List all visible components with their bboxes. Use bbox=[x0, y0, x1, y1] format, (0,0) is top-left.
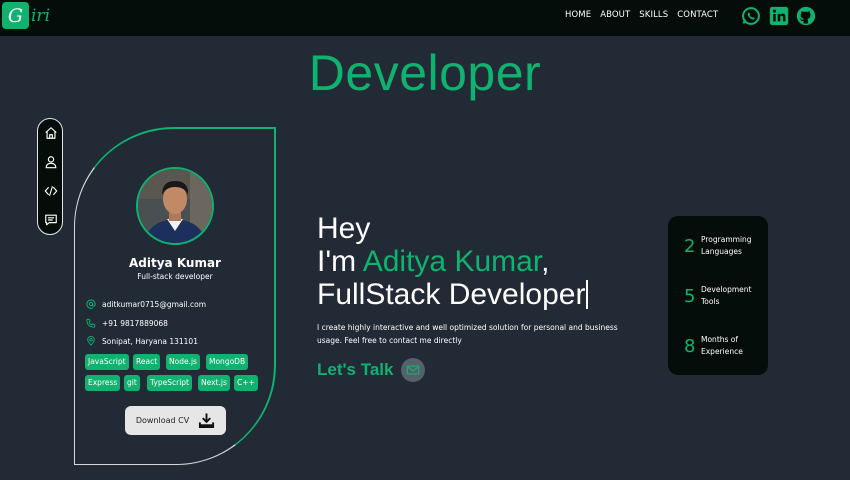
side-nav bbox=[37, 118, 63, 235]
linkedin-icon[interactable] bbox=[769, 6, 789, 26]
nav-link-about[interactable]: ABOUT bbox=[600, 10, 630, 20]
nav-link-home[interactable]: HOME bbox=[565, 10, 591, 20]
typing-cursor bbox=[586, 280, 589, 309]
stat-label: Months of Experience bbox=[701, 335, 743, 356]
stat-label: Development Tools bbox=[701, 285, 752, 306]
stat-number: 5 bbox=[684, 285, 696, 307]
intro-role: FullStack Developer bbox=[317, 278, 586, 311]
stat-number: 8 bbox=[684, 335, 696, 357]
whatsapp-icon[interactable] bbox=[741, 6, 761, 26]
skill-tag: Next.js bbox=[198, 375, 230, 391]
intro-line-hey: Hey bbox=[317, 212, 371, 245]
skill-tag: git bbox=[124, 375, 140, 391]
contact-phone[interactable]: +91 9817889068 bbox=[86, 317, 168, 329]
intro-line-name: I'm Aditya Kumar, bbox=[317, 245, 588, 278]
stat-label: Programming Languages bbox=[701, 235, 752, 256]
navbar: G iri HOME ABOUT SKILLS CONTACT bbox=[0, 0, 850, 36]
skill-tag: TypeScript bbox=[147, 375, 192, 391]
download-cv-label: Download CV bbox=[135, 416, 190, 425]
intro-name: Aditya Kumar bbox=[362, 245, 542, 278]
lets-talk-button[interactable]: Let's Talk bbox=[317, 358, 426, 382]
intro-line-role: FullStack Developer bbox=[317, 278, 589, 311]
phone-icon bbox=[86, 318, 96, 328]
contact-email[interactable]: aditkumar0715@gmail.com bbox=[86, 298, 206, 310]
nav-link-skills[interactable]: SKILLS bbox=[639, 10, 668, 20]
profile-name: Aditya Kumar bbox=[129, 256, 221, 270]
location-text: Sonipat, Haryana 131101 bbox=[102, 336, 198, 346]
github-icon[interactable] bbox=[796, 6, 816, 26]
intro-description: I create highly interactive and well opt… bbox=[317, 323, 618, 345]
skill-tag: C++ bbox=[234, 375, 258, 391]
site-logo[interactable]: G iri bbox=[2, 2, 50, 29]
home-icon[interactable] bbox=[44, 126, 58, 140]
stat-number: 2 bbox=[684, 235, 696, 257]
intro-prefix: I'm bbox=[317, 245, 363, 278]
nav-links: HOME ABOUT SKILLS CONTACT bbox=[565, 10, 718, 20]
skill-tag: JavaScript bbox=[85, 354, 129, 370]
stat-item: 2 Programming Languages bbox=[684, 234, 752, 258]
message-icon[interactable] bbox=[44, 213, 58, 227]
logo-mark: G bbox=[2, 2, 29, 29]
lets-talk-label: Let's Talk bbox=[317, 360, 394, 379]
intro-comma: , bbox=[541, 245, 550, 278]
at-icon bbox=[86, 299, 96, 309]
stats-panel: 2 Programming Languages 5 Development Tool… bbox=[668, 216, 768, 375]
download-icon bbox=[199, 413, 215, 429]
stat-item: 8 Months of Experience bbox=[684, 334, 743, 358]
skill-tag: MongoDB bbox=[206, 354, 249, 370]
skill-tag: React bbox=[133, 354, 161, 370]
user-icon[interactable] bbox=[44, 155, 58, 169]
email-text: aditkumar0715@gmail.com bbox=[102, 299, 207, 309]
hero-title: Developer bbox=[308, 45, 542, 101]
stat-item: 5 Development Tools bbox=[684, 284, 752, 308]
mail-icon bbox=[401, 358, 426, 382]
location-pin-icon bbox=[87, 336, 95, 346]
nav-link-contact[interactable]: CONTACT bbox=[677, 10, 718, 20]
logo-text: iri bbox=[31, 5, 51, 26]
skill-tag: Express bbox=[85, 375, 121, 391]
profile-role: Full-stack developer bbox=[137, 272, 213, 281]
phone-text: +91 9817889068 bbox=[102, 318, 168, 328]
contact-location: Sonipat, Haryana 131101 bbox=[86, 335, 198, 347]
avatar bbox=[136, 167, 214, 245]
download-cv-button[interactable]: Download CV bbox=[125, 406, 226, 435]
intro-heading: Hey I'm Aditya Kumar, FullStack Develope… bbox=[317, 212, 589, 311]
code-icon[interactable] bbox=[44, 184, 58, 198]
skill-tag: Node.js bbox=[166, 354, 200, 370]
